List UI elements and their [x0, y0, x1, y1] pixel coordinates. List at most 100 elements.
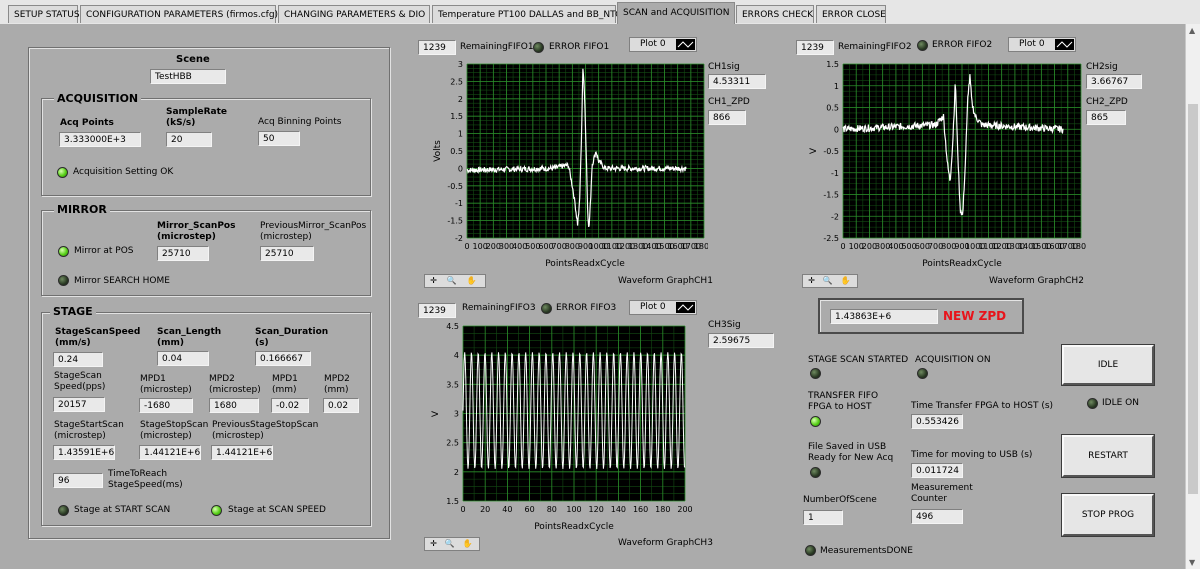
x-tick-label: 1800 — [1071, 242, 1086, 251]
stage-at-start-scan-led — [58, 505, 69, 516]
waveform-graph-ch2-title: Waveform GraphCH2 — [989, 276, 1084, 286]
stage-start-scan-value: 1.43591E+6 — [53, 445, 115, 460]
y-tick-label: 1.5 — [450, 112, 463, 121]
stage-scan-started-label: STAGE SCAN STARTED — [808, 355, 909, 365]
y-tick-label: 3 — [454, 410, 459, 419]
prev-stage-stop-scan-value: 1.44121E+6 — [211, 445, 273, 460]
mpd2-microstep-label: MPD2 (microstep) — [209, 374, 261, 395]
file-saved-label: File Saved in USB Ready for New Acq — [808, 442, 894, 463]
tab-bar: SETUP STATUS CONFIGURATION PARAMETERS (f… — [0, 0, 1200, 24]
tab-error-close[interactable]: ERROR CLOSE — [816, 5, 886, 23]
y-tick-label: 1.5 — [826, 60, 839, 69]
y-tick-label: 2 — [454, 468, 459, 477]
tab-changing-parameters[interactable]: CHANGING PARAMETERS & DIO — [278, 5, 430, 23]
mirror-search-home-label: Mirror SEARCH HOME — [74, 276, 170, 286]
mpd2-mm-value: 0.02 — [323, 398, 359, 413]
cursor-tool-icon[interactable]: ✛ — [806, 276, 817, 286]
cursor-tool-icon[interactable]: ✛ — [428, 539, 439, 549]
y-tick-label: 3 — [458, 60, 463, 69]
idle-button[interactable]: IDLE — [1062, 345, 1154, 385]
y-tick-label: 0.5 — [826, 104, 839, 113]
error-fifo2-label: ERROR FIFO2 — [932, 40, 993, 50]
scroll-thumb[interactable] — [1188, 104, 1198, 494]
tab-scan-acquisition[interactable]: SCAN and ACQUISITION — [617, 2, 735, 24]
ch3sig-value: 2.59675 — [708, 333, 774, 348]
vertical-scrollbar[interactable]: ▲ ▼ — [1185, 24, 1200, 569]
ch1sig-label: CH1sig — [708, 62, 740, 72]
ch3-x-axis-label: PointsReadxCycle — [534, 522, 614, 532]
stage-start-scan-label: StageStartScan (microstep) — [54, 420, 124, 441]
cursor-tool-icon[interactable]: ✛ — [428, 276, 439, 286]
ch3sig-label: CH3Sig — [708, 320, 741, 330]
ch2-x-axis-label: PointsReadxCycle — [922, 259, 1002, 269]
x-tick-label: 140 — [611, 505, 626, 514]
file-saved-led — [810, 467, 821, 478]
remaining-fifo2-label: RemainingFIFO2 — [838, 42, 912, 52]
y-tick-label: 2.5 — [446, 439, 459, 448]
sample-rate-label: SampleRate (kS/s) — [166, 107, 227, 128]
ch2sig-value: 3.66767 — [1086, 74, 1142, 89]
scroll-down-icon[interactable]: ▼ — [1189, 558, 1195, 567]
restart-button[interactable]: RESTART — [1062, 435, 1154, 477]
mirror-at-pos-led — [58, 246, 69, 257]
y-tick-label: 0 — [458, 164, 463, 173]
error-fifo1-label: ERROR FIFO1 — [549, 42, 610, 52]
time-usb-label: Time for moving to USB (s) — [911, 450, 1033, 460]
x-tick-label: 120 — [589, 505, 604, 514]
graph-tools-ch1[interactable]: ✛ 🔍 ✋ — [424, 274, 486, 288]
idle-on-led — [1087, 398, 1098, 409]
error-fifo3-label: ERROR FIFO3 — [556, 303, 617, 313]
graph-tools-ch3[interactable]: ✛ 🔍 ✋ — [424, 537, 480, 551]
remaining-fifo1-label: RemainingFIFO1 — [460, 42, 534, 52]
graph-tools-ch2[interactable]: ✛ 🔍 ✋ — [802, 274, 858, 288]
tab-errors-check[interactable]: ERRORS CHECK — [736, 5, 814, 23]
x-tick-label: 0 — [840, 242, 845, 251]
scan-length-value: 0.04 — [157, 351, 209, 366]
y-tick-label: 2.5 — [450, 77, 463, 86]
plot-legend-ch2[interactable]: Plot 0 — [1008, 37, 1076, 52]
line-style-icon — [676, 39, 695, 50]
y-tick-label: -2 — [455, 234, 463, 243]
mpd1-mm-value: -0.02 — [271, 398, 309, 413]
y-tick-label: 0.5 — [450, 147, 463, 156]
zoom-tool-icon[interactable]: 🔍 — [822, 276, 833, 286]
scan-length-label: Scan_Length (mm) — [157, 327, 222, 348]
time-to-reach-label: TimeToReach StageSpeed(ms) — [108, 469, 183, 490]
scan-duration-value: 0.166667 — [255, 351, 311, 366]
y-tick-label: -1.5 — [823, 191, 839, 200]
remaining-fifo1-value: 1239 — [418, 40, 456, 55]
zoom-tool-icon[interactable]: 🔍 — [446, 276, 457, 286]
line-style-icon — [676, 302, 695, 313]
prev-stage-stop-scan-label: PreviousStageStopScan (microstep) — [212, 420, 319, 441]
x-tick-label: 80 — [547, 505, 557, 514]
stop-prog-button[interactable]: STOP PROG — [1062, 494, 1154, 536]
y-tick-label: -2.5 — [823, 234, 839, 243]
tab-temperature[interactable]: Temperature PT100 DALLAS and BB_NTC — [432, 5, 621, 23]
pan-tool-icon[interactable]: ✋ — [462, 539, 473, 549]
ch2-y-axis-label: V — [809, 147, 819, 154]
scroll-up-icon[interactable]: ▲ — [1189, 26, 1195, 35]
plot-legend-ch3[interactable]: Plot 0 — [629, 300, 697, 315]
zoom-tool-icon[interactable]: 🔍 — [444, 539, 455, 549]
scene-value: TestHBB — [150, 69, 226, 84]
x-tick-label: 20 — [480, 505, 490, 514]
tab-setup-status[interactable]: SETUP STATUS — [8, 5, 80, 23]
waveform-graph-ch3: 0 20 40 60 80 100 120 140 160 180 200 1.5 2 2.5 3 3.5 4 4… — [418, 320, 708, 536]
tab-configuration-parameters[interactable]: CONFIGURATION PARAMETERS (firmos.cfg) — [80, 5, 278, 23]
acquisition-title: ACQUISITION — [54, 92, 142, 105]
acquisition-on-led — [917, 368, 928, 379]
pan-tool-icon[interactable]: ✋ — [466, 276, 477, 286]
x-tick-label: 40 — [502, 505, 512, 514]
plot-legend-ch2-label: Plot 0 — [1019, 39, 1045, 49]
stage-stop-scan-label: StageStopScan (microstep) — [140, 420, 209, 441]
stage-scan-started-led — [810, 368, 821, 379]
y-tick-label: 1 — [834, 82, 839, 91]
y-tick-label: -1 — [831, 169, 839, 178]
plot-legend-ch1[interactable]: Plot 0 — [629, 37, 697, 52]
mirror-title: MIRROR — [54, 203, 110, 216]
sample-rate-value: 20 — [166, 132, 212, 147]
pan-tool-icon[interactable]: ✋ — [840, 276, 851, 286]
number-of-scene-label: NumberOfScene — [803, 495, 877, 505]
y-tick-label: 2 — [458, 95, 463, 104]
line-style-icon — [1055, 39, 1074, 50]
